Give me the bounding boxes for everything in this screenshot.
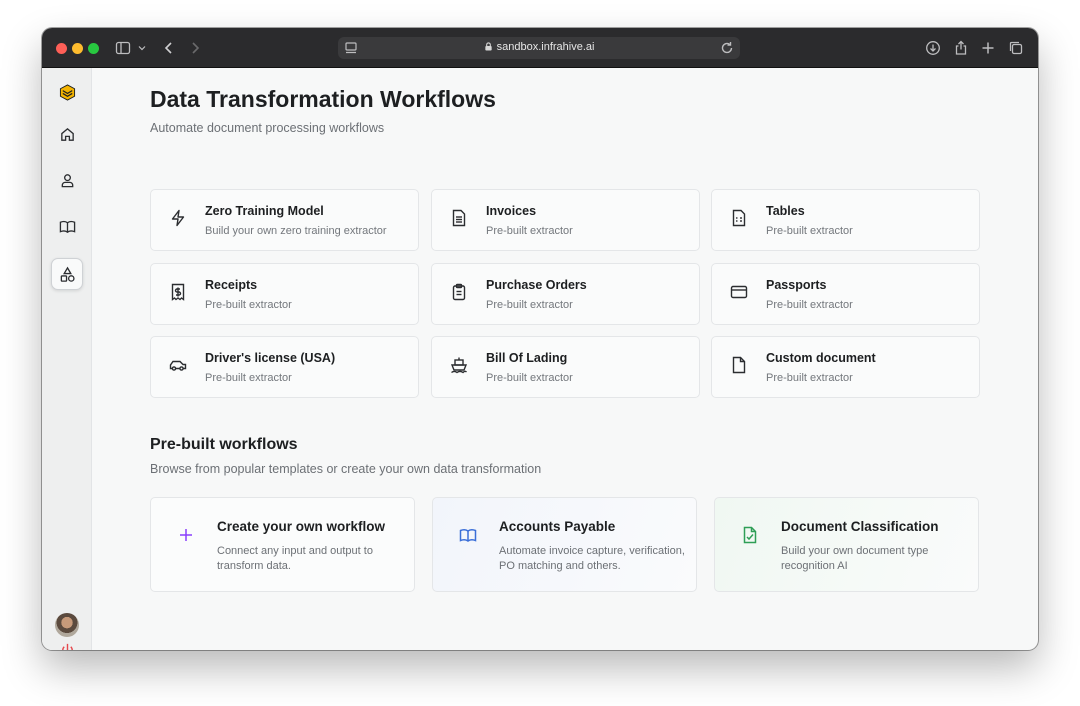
- page-title: Data Transformation Workflows: [150, 86, 496, 112]
- card-description: Pre-built extractor: [486, 299, 573, 311]
- plus-icon: [177, 526, 197, 546]
- open-book-icon: [459, 526, 479, 546]
- blank-document-icon: [730, 356, 750, 376]
- card-description: Pre-built extractor: [766, 372, 853, 384]
- new-tab-icon[interactable]: [979, 39, 997, 57]
- sidebar-toggle-icon[interactable]: [114, 39, 132, 57]
- chevron-down-icon[interactable]: [136, 39, 148, 57]
- receipt-dollar-icon: [169, 283, 189, 303]
- extractor-card-drivers-license[interactable]: Driver's license (USA) Pre-built extract…: [150, 336, 419, 398]
- url-text: sandbox.infrahive.ai: [338, 41, 740, 53]
- avatar[interactable]: [55, 613, 79, 637]
- card-title: Passports: [766, 278, 827, 292]
- section-title: Pre-built workflows: [150, 436, 298, 453]
- workflow-card-accounts-payable[interactable]: Accounts Payable Automate invoice captur…: [432, 497, 697, 592]
- card-title: Purchase Orders: [486, 278, 587, 292]
- card-description: Pre-built extractor: [766, 299, 853, 311]
- workflow-title: Document Classification: [781, 519, 939, 534]
- card-title: Zero Training Model: [205, 204, 324, 218]
- extractor-card-custom-document[interactable]: Custom document Pre-built extractor: [711, 336, 980, 398]
- card-description: Pre-built extractor: [486, 225, 573, 237]
- ship-icon: [450, 356, 470, 376]
- extractor-card-passports[interactable]: Passports Pre-built extractor: [711, 263, 980, 325]
- workflow-description: Build your own document type recognition…: [781, 545, 929, 572]
- section-subtitle: Browse from popular templates or create …: [150, 462, 542, 476]
- document-check-icon: [741, 526, 761, 546]
- clipboard-list-icon: [450, 283, 470, 303]
- extractor-card-purchase-orders[interactable]: Purchase Orders Pre-built extractor: [431, 263, 700, 325]
- workflow-card-create-own[interactable]: Create your own workflow Connect any inp…: [150, 497, 415, 592]
- reload-icon[interactable]: [718, 39, 736, 57]
- forward-icon[interactable]: [186, 39, 204, 57]
- minimize-window-button[interactable]: [72, 43, 83, 54]
- home-icon[interactable]: [51, 118, 83, 150]
- page-subtitle: Automate document processing workflows: [150, 121, 385, 135]
- workflow-title: Accounts Payable: [499, 519, 616, 534]
- user-icon[interactable]: [51, 164, 83, 196]
- back-icon[interactable]: [160, 39, 178, 57]
- share-icon[interactable]: [952, 39, 970, 57]
- logo-icon[interactable]: [51, 76, 83, 108]
- lock-icon: [484, 42, 494, 52]
- zoom-window-button[interactable]: [88, 43, 99, 54]
- extractor-card-receipts[interactable]: Receipts Pre-built extractor: [150, 263, 419, 325]
- card-description: Pre-built extractor: [766, 225, 853, 237]
- address-bar[interactable]: sandbox.infrahive.ai: [338, 37, 740, 59]
- card-title: Custom document: [766, 351, 876, 365]
- book-icon[interactable]: [51, 210, 83, 242]
- document-lines-icon: [450, 209, 470, 229]
- download-icon[interactable]: [924, 39, 942, 57]
- browser-titlebar: sandbox.infrahive.ai: [42, 28, 1038, 68]
- card-description: Build your own zero training extractor: [205, 225, 387, 237]
- car-icon: [169, 356, 189, 376]
- tab-overview-icon[interactable]: [1007, 39, 1025, 57]
- card-title: Tables: [766, 204, 805, 218]
- table-document-icon: [730, 209, 750, 229]
- card-description: Pre-built extractor: [486, 372, 573, 384]
- workflow-title: Create your own workflow: [217, 519, 386, 534]
- lightning-icon: [169, 209, 189, 229]
- card-description: Pre-built extractor: [205, 299, 292, 311]
- card-title: Bill Of Lading: [486, 351, 568, 365]
- extractor-card-invoices[interactable]: Invoices Pre-built extractor: [431, 189, 700, 251]
- card-description: Pre-built extractor: [205, 372, 292, 384]
- card-title: Receipts: [205, 278, 258, 292]
- workflow-card-document-classification[interactable]: Document Classification Build your own d…: [714, 497, 979, 592]
- sidebar: [42, 68, 92, 650]
- card-icon: [730, 283, 750, 303]
- url-label: sandbox.infrahive.ai: [496, 41, 595, 53]
- extractor-card-zero-training[interactable]: Zero Training Model Build your own zero …: [150, 189, 419, 251]
- workflows-icon[interactable]: [51, 258, 83, 290]
- workflow-description: Connect any input and output to transfor…: [217, 545, 373, 572]
- close-window-button[interactable]: [56, 43, 67, 54]
- extractor-card-tables[interactable]: Tables Pre-built extractor: [711, 189, 980, 251]
- card-title: Invoices: [486, 204, 537, 218]
- workflow-description: Automate invoice capture, verification, …: [499, 545, 685, 572]
- card-title: Driver's license (USA): [205, 351, 336, 365]
- browser-window: sandbox.infrahive.ai Data Transformation…: [42, 28, 1038, 650]
- extractor-card-bill-of-lading[interactable]: Bill Of Lading Pre-built extractor: [431, 336, 700, 398]
- power-icon[interactable]: [51, 637, 83, 650]
